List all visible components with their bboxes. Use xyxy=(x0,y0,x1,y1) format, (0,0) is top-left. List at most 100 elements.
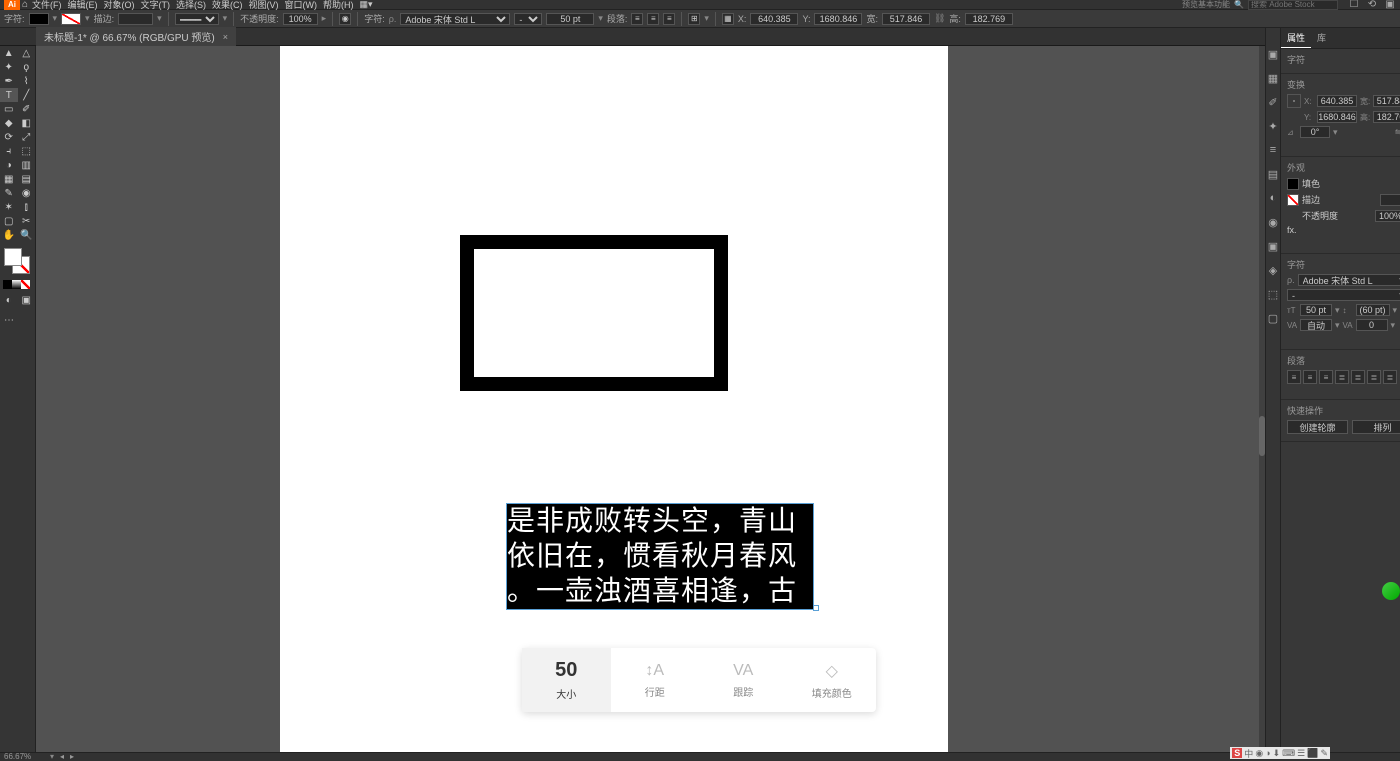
panel-w[interactable] xyxy=(1373,95,1400,107)
menu-window[interactable]: 窗口(W) xyxy=(283,0,320,11)
selection-tool[interactable]: ▲ xyxy=(0,46,18,60)
ime-lang-icon[interactable]: 中 xyxy=(1244,747,1253,760)
more-options-icon[interactable]: ⋯ xyxy=(1287,334,1400,345)
align-center-btn[interactable]: ≡ xyxy=(1303,370,1317,384)
arrange-button[interactable]: 排列 xyxy=(1352,420,1400,434)
rectangle-object[interactable] xyxy=(460,235,728,391)
artboards-panel-icon[interactable]: ▢ xyxy=(1266,312,1280,326)
more-options-icon[interactable]: ⋯ xyxy=(1287,384,1400,395)
justify-all-btn[interactable]: ≣ xyxy=(1383,370,1397,384)
stroke-panel-icon[interactable]: ≡ xyxy=(1266,144,1280,158)
panel-opacity[interactable] xyxy=(1375,210,1400,222)
sync-icon[interactable]: ⟲ xyxy=(1366,0,1378,11)
align-left-icon[interactable]: ≡ xyxy=(631,13,643,25)
perspective-tool[interactable]: ▥ xyxy=(18,158,36,172)
ref-point-icon[interactable] xyxy=(1287,94,1301,108)
symbol-sprayer-tool[interactable]: ✶ xyxy=(0,200,18,214)
brush-select[interactable]: ━━━━ xyxy=(175,13,219,25)
align-left-btn[interactable]: ≡ xyxy=(1287,370,1301,384)
artboard[interactable]: 是非成败转头空，青山 依旧在，惯看秋月春风 。一壶浊酒喜相逢，古 50 大小 ↕… xyxy=(280,46,948,752)
stroke-weight[interactable] xyxy=(118,13,153,25)
tab-properties[interactable]: 属性 xyxy=(1281,28,1311,48)
leading-cell[interactable]: ↕A 行距 xyxy=(611,648,700,712)
slice-tool[interactable]: ✂ xyxy=(18,214,36,228)
symbols-panel-icon[interactable]: ✦ xyxy=(1266,120,1280,134)
workspace-label[interactable]: 预览基本功能 xyxy=(1182,0,1230,10)
transform-icon[interactable]: ▦ xyxy=(722,13,734,25)
align-center-icon[interactable]: ≡ xyxy=(647,13,659,25)
zoom-tool[interactable]: 🔍 xyxy=(18,228,36,242)
panel-x[interactable] xyxy=(1317,95,1357,107)
ime-ic[interactable]: ⬇ xyxy=(1273,748,1281,759)
graph-tool[interactable]: ⫾ xyxy=(18,200,36,214)
zoom-level[interactable]: 66.67% xyxy=(4,752,44,761)
menu-file[interactable]: 文件(F) xyxy=(30,0,64,11)
swatches-panel-icon[interactable]: ▦ xyxy=(1266,72,1280,86)
panel-font-style[interactable]: - xyxy=(1287,289,1400,301)
gradient-panel-icon[interactable]: ▤ xyxy=(1266,168,1280,182)
document-tab[interactable]: 未标题-1* @ 66.67% (RGB/GPU 预览) × xyxy=(36,27,236,46)
eyedropper-tool[interactable]: ✎ xyxy=(0,186,18,200)
fx-button[interactable]: fx. xyxy=(1287,225,1297,235)
type-tool[interactable]: T xyxy=(0,88,18,102)
menu-help[interactable]: 帮助(H) xyxy=(321,0,356,11)
scale-tool[interactable]: ⤢ xyxy=(18,130,36,144)
edit-toolbar-icon[interactable]: ⋯ xyxy=(0,313,18,327)
menu-edit[interactable]: 编辑(E) xyxy=(66,0,100,11)
menu-effect[interactable]: 效果(C) xyxy=(210,0,245,11)
screen-mode-tool-icon[interactable]: ▣ xyxy=(18,293,36,307)
menu-extra-icon[interactable]: ▦▾ xyxy=(358,0,375,10)
panel-y[interactable] xyxy=(1317,111,1357,123)
more-options-icon[interactable]: ⋯ xyxy=(1287,238,1400,249)
menu-select[interactable]: 选择(S) xyxy=(174,0,208,11)
color-panel-icon[interactable]: ▣ xyxy=(1266,48,1280,62)
width-tool[interactable]: ⫞ xyxy=(0,144,18,158)
transparency-panel-icon[interactable]: ◐ xyxy=(1266,192,1280,206)
text-frame[interactable]: 是非成败转头空，青山 依旧在，惯看秋月春风 。一壶浊酒喜相逢，古 xyxy=(506,503,814,610)
tab-libraries[interactable]: 库 xyxy=(1311,28,1332,48)
layers-panel-icon[interactable]: ◈ xyxy=(1266,264,1280,278)
ime-ic[interactable]: ✎ xyxy=(1320,748,1328,759)
justify-left-btn[interactable]: ≣ xyxy=(1335,370,1349,384)
magic-wand-tool[interactable]: ✦ xyxy=(0,60,18,74)
y-input[interactable] xyxy=(814,13,862,25)
direct-selection-tool[interactable]: △ xyxy=(18,46,36,60)
menu-type[interactable]: 文字(T) xyxy=(139,0,173,11)
menu-view[interactable]: 视图(V) xyxy=(247,0,281,11)
curvature-tool[interactable]: ⌇ xyxy=(18,74,36,88)
overflow-handle[interactable] xyxy=(813,605,819,611)
tracking-cell[interactable]: VA 跟踪 xyxy=(699,648,788,712)
hand-tool[interactable]: ✋ xyxy=(0,228,18,242)
appearance-panel-icon[interactable]: ◉ xyxy=(1266,216,1280,230)
ime-keyboard-icon[interactable]: ⌨ xyxy=(1282,748,1295,759)
font-family[interactable]: Adobe 宋体 Std L xyxy=(400,13,510,25)
panel-kerning[interactable] xyxy=(1300,319,1332,331)
nav-prev-icon[interactable]: ◂ xyxy=(60,752,64,761)
floating-help-icon[interactable] xyxy=(1382,582,1400,600)
panel-font[interactable]: Adobe 宋体 Std L xyxy=(1298,274,1400,286)
align-right-icon[interactable]: ≡ xyxy=(663,13,675,25)
line-tool[interactable]: ╱ xyxy=(18,88,36,102)
arrange-docs-icon[interactable]: ☐ xyxy=(1348,0,1360,11)
asset-export-panel-icon[interactable]: ⬚ xyxy=(1266,288,1280,302)
panel-angle[interactable] xyxy=(1300,126,1330,138)
ime-ic[interactable]: ◉ xyxy=(1255,748,1263,759)
stroke-swatch[interactable] xyxy=(61,13,81,25)
more-options-icon[interactable]: ⋯ xyxy=(1287,141,1400,152)
lasso-tool[interactable]: ϙ xyxy=(18,60,36,74)
tab-close-icon[interactable]: × xyxy=(223,32,228,42)
brushes-panel-icon[interactable]: ✐ xyxy=(1266,96,1280,110)
home-icon[interactable]: ⌂ xyxy=(22,0,28,10)
panel-font-size[interactable] xyxy=(1300,304,1332,316)
ime-ic[interactable]: ◑ xyxy=(1265,748,1270,758)
shape-builder-tool[interactable]: ◑ xyxy=(0,158,18,172)
justify-center-btn[interactable]: ≣ xyxy=(1351,370,1365,384)
graphic-styles-panel-icon[interactable]: ▣ xyxy=(1266,240,1280,254)
fill-color[interactable] xyxy=(4,248,22,266)
shaper-tool[interactable]: ◆ xyxy=(0,116,18,130)
align-panel-icon[interactable]: ⊞ xyxy=(688,13,700,25)
recolor-icon[interactable]: ◉ xyxy=(339,13,351,25)
font-size[interactable] xyxy=(546,13,594,25)
flip-h-icon[interactable]: ⇋ xyxy=(1395,127,1400,138)
nav-next-icon[interactable]: ▸ xyxy=(70,752,74,761)
